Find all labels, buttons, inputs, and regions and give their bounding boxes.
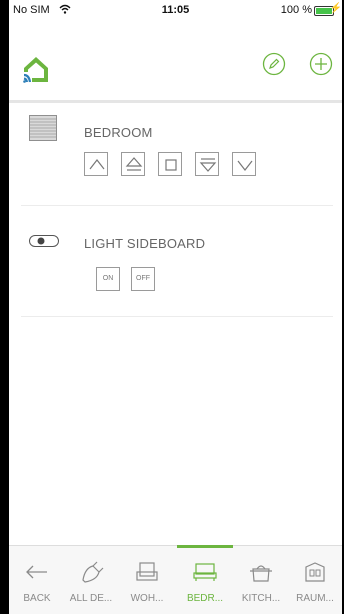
tab-bedroom[interactable]: BEDR... <box>177 545 233 614</box>
device-name: LIGHT SIDEBOARD <box>84 236 206 251</box>
edit-button[interactable] <box>262 52 286 76</box>
app-screen: No SIM 11:05 100 % ⚡ BEDROOM LIGHT SIDEB… <box>9 0 342 614</box>
pot-icon <box>250 565 272 582</box>
battery-percent: 100 % <box>280 4 312 16</box>
bed-icon <box>193 563 217 581</box>
blinds-icon <box>29 115 57 146</box>
plus-icon <box>309 52 333 76</box>
blind-stop-button[interactable] <box>158 152 182 176</box>
light-on-button[interactable]: ON <box>96 267 120 291</box>
home-wifi-logo-icon <box>21 54 51 89</box>
tab-label: KITCH... <box>241 593 281 604</box>
blind-step-up-button[interactable] <box>121 152 145 176</box>
tab-back[interactable]: BACK <box>11 546 63 614</box>
tab-raum[interactable]: RAUM... <box>289 546 341 614</box>
tab-kitchen[interactable]: KITCH... <box>235 546 287 614</box>
up-icon <box>89 159 105 170</box>
armchair-icon <box>136 562 158 581</box>
add-button[interactable] <box>309 52 333 76</box>
room-icon <box>305 562 325 582</box>
app-header <box>9 20 342 103</box>
up-step-icon <box>125 157 143 171</box>
tab-all-devices[interactable]: ALL DE... <box>65 546 117 614</box>
device-row-light-sideboard: LIGHT SIDEBOARD ON OFF <box>21 208 333 317</box>
blind-up-button[interactable] <box>84 152 108 176</box>
toggle-switch-icon <box>29 234 59 252</box>
light-off-button[interactable]: OFF <box>131 267 155 291</box>
tab-label: BEDR... <box>186 593 224 604</box>
pencil-icon <box>262 52 286 76</box>
down-step-icon <box>199 158 217 172</box>
charging-bolt-icon: ⚡ <box>329 3 342 14</box>
plug-icon <box>82 561 104 583</box>
device-name: BEDROOM <box>84 125 153 140</box>
tab-label: ALL DE... <box>69 593 113 604</box>
down-icon <box>237 160 253 171</box>
status-bar: No SIM 11:05 100 % ⚡ <box>9 0 342 20</box>
device-row-bedroom: BEDROOM <box>21 105 333 206</box>
blind-step-down-button[interactable] <box>195 152 219 176</box>
blind-down-button[interactable] <box>232 152 256 176</box>
room-tab-bar: BACK ALL DE... WOH... BEDR... KITCH... R… <box>9 545 342 614</box>
tab-label: BACK <box>23 593 51 604</box>
stop-icon <box>165 159 177 171</box>
back-arrow-icon <box>26 565 47 579</box>
tab-label: RAUM... <box>296 593 334 604</box>
tab-label: WOH... <box>130 593 164 604</box>
tab-wohnzimmer[interactable]: WOH... <box>121 546 173 614</box>
